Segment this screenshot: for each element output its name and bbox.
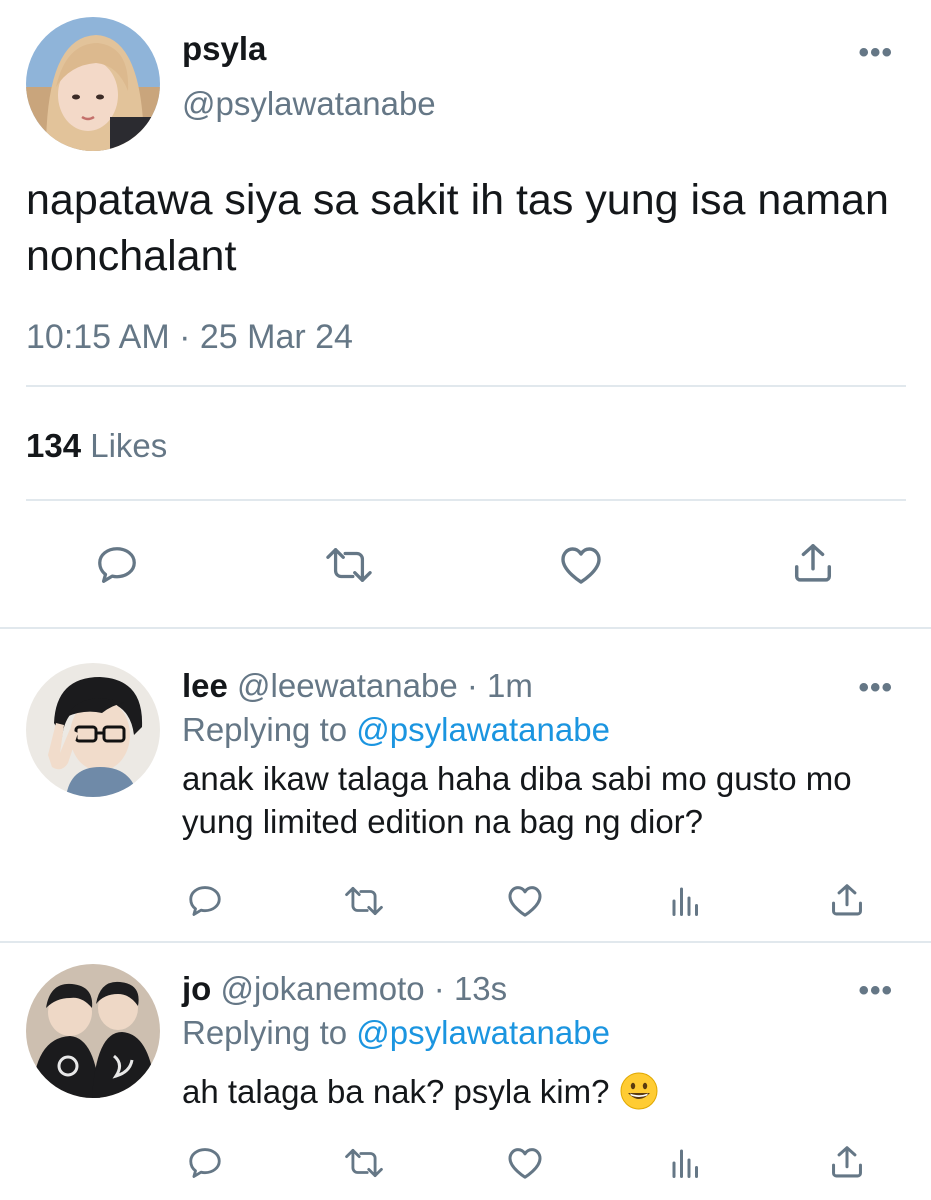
- reply-avatar[interactable]: [26, 964, 160, 1098]
- divider: [26, 385, 906, 387]
- replying-prefix: Replying to: [182, 711, 348, 748]
- reply-time[interactable]: 13s: [454, 970, 507, 1007]
- author-handle[interactable]: @psylawatanabe: [182, 85, 436, 123]
- reply-author-handle[interactable]: @jokanemoto: [221, 970, 425, 1007]
- main-avatar[interactable]: [26, 17, 160, 151]
- replying-to: Replying to @psylawatanabe: [182, 711, 610, 749]
- separator: ·: [466, 667, 478, 704]
- reply-icon[interactable]: [186, 1144, 224, 1182]
- likes-label: Likes: [90, 427, 168, 464]
- retweet-icon[interactable]: [342, 1144, 386, 1182]
- grinning-face-emoji: [619, 1071, 659, 1111]
- main-tweet: psyla @psylawatanabe ••• napatawa siya s…: [0, 0, 931, 627]
- reply-author-name[interactable]: lee: [182, 667, 228, 704]
- separator: ·: [433, 970, 445, 1007]
- reply-time[interactable]: 1m: [487, 667, 533, 704]
- share-icon[interactable]: [828, 1143, 866, 1181]
- likes-count[interactable]: 134 Likes: [26, 427, 167, 465]
- likes-number: 134: [26, 427, 82, 464]
- tweet-text: napatawa siya sa sakit ih tas yung isa n…: [26, 176, 889, 280]
- section-divider: [0, 627, 931, 629]
- like-icon[interactable]: [505, 1143, 545, 1183]
- replying-handle-link[interactable]: @psylawatanabe: [356, 1014, 610, 1051]
- more-dots-icon[interactable]: •••: [858, 673, 893, 703]
- reply-avatar[interactable]: [26, 663, 160, 797]
- reply-author-handle[interactable]: @leewatanabe: [237, 667, 458, 704]
- reply-tweet: jo @jokanemoto · 13s ••• Replying to @ps…: [0, 948, 931, 1200]
- reply-icon[interactable]: [186, 882, 224, 920]
- retweet-icon[interactable]: [323, 542, 375, 588]
- analytics-icon[interactable]: [668, 883, 704, 919]
- replying-handle-link[interactable]: @psylawatanabe: [356, 711, 610, 748]
- tweet-timestamp[interactable]: 10:15 AM · 25 Mar 24: [26, 318, 353, 357]
- reply-tweet: lee @leewatanabe · 1m ••• Replying to @p…: [0, 645, 931, 941]
- replying-prefix: Replying to: [182, 1014, 348, 1051]
- reply-header: lee @leewatanabe · 1m: [182, 667, 533, 705]
- replying-to: Replying to @psylawatanabe: [182, 1014, 610, 1052]
- reply-text: anak ikaw talaga haha diba sabi mo gusto…: [182, 760, 852, 840]
- reply-text-line: ah talaga ba nak? psyla kim?: [182, 1070, 882, 1113]
- more-dots-icon[interactable]: •••: [858, 976, 893, 1006]
- author-name[interactable]: psyla: [182, 30, 266, 68]
- more-dots-icon[interactable]: •••: [858, 38, 893, 68]
- share-icon[interactable]: [790, 540, 836, 586]
- share-icon[interactable]: [828, 881, 866, 919]
- reply-text: ah talaga ba nak? psyla kim?: [182, 1073, 610, 1110]
- reply-header: jo @jokanemoto · 13s: [182, 970, 507, 1008]
- like-icon[interactable]: [556, 541, 606, 589]
- reply-icon[interactable]: [94, 542, 140, 588]
- retweet-icon[interactable]: [342, 882, 386, 920]
- reply-author-name[interactable]: jo: [182, 970, 211, 1007]
- section-divider: [0, 941, 931, 943]
- like-icon[interactable]: [505, 881, 545, 921]
- analytics-icon[interactable]: [668, 1145, 704, 1181]
- divider: [26, 499, 906, 501]
